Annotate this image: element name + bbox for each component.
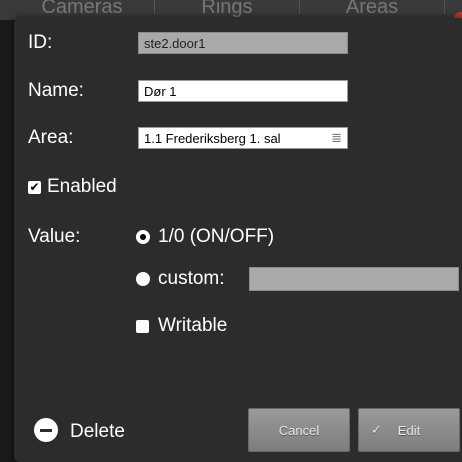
custom-value-field[interactable]: [249, 267, 459, 291]
cancel-button[interactable]: Cancel: [248, 408, 350, 452]
edit-button[interactable]: ✓ Edit: [358, 408, 460, 452]
name-input[interactable]: Dør 1: [138, 80, 348, 102]
edit-device-dialog: ID: ste2.door1 Name: Dør 1 Area: 1.1 Fre…: [14, 18, 462, 462]
enabled-label: Enabled: [47, 176, 117, 197]
id-field: ste2.door1: [138, 32, 348, 54]
option-custom-label: custom:: [158, 268, 225, 289]
delete-button-label[interactable]: Delete: [70, 421, 125, 443]
background-tab-bar: Cameras Rings Areas: [0, 0, 462, 20]
checkmark-icon: ✔: [29, 180, 40, 194]
radio-selected-dot: [140, 234, 146, 240]
tab-areas[interactable]: Areas: [300, 0, 445, 17]
radio-binary[interactable]: [136, 230, 150, 244]
check-icon: ✓: [371, 422, 382, 437]
enabled-checkbox[interactable]: ✔: [28, 181, 41, 194]
area-label: Area:: [28, 127, 74, 148]
area-select[interactable]: 1.1 Frederiksberg 1. sal ≣: [138, 127, 348, 149]
value-label: Value:: [28, 226, 81, 247]
name-label: Name:: [28, 80, 84, 101]
id-label: ID:: [28, 32, 53, 53]
tab-cameras[interactable]: Cameras: [10, 0, 155, 17]
area-select-value: 1.1 Frederiksberg 1. sal: [144, 130, 281, 146]
tab-rings[interactable]: Rings: [155, 0, 300, 17]
writable-checkbox[interactable]: [136, 320, 149, 333]
edit-button-label: Edit: [397, 422, 421, 438]
delete-icon[interactable]: [34, 418, 58, 442]
writable-label: Writable: [158, 315, 228, 336]
minus-bar: [40, 428, 52, 432]
cancel-button-label: Cancel: [278, 422, 320, 438]
radio-custom[interactable]: [136, 272, 150, 286]
option-binary-label: 1/0 (ON/OFF): [158, 226, 275, 247]
menu-icon: ≣: [331, 130, 342, 145]
